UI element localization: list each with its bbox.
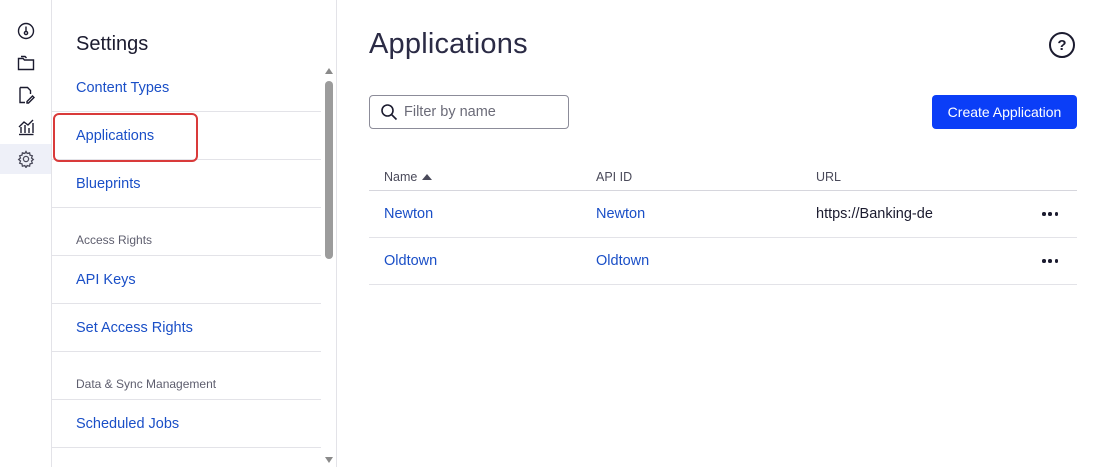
nav-item-content-types[interactable]: Content Types (52, 64, 321, 112)
column-header-api-id[interactable]: API ID (596, 170, 632, 184)
main-content: Applications ? Create Application Name A… (337, 0, 1109, 467)
more-actions-icon[interactable] (1042, 212, 1058, 216)
folders-icon (17, 55, 34, 71)
scroll-up-arrow-icon[interactable] (325, 68, 333, 74)
sidebar-scrollbar[interactable] (321, 64, 336, 467)
edit-document-icon (18, 86, 35, 104)
rail-item-edit[interactable] (0, 80, 51, 110)
sort-ascending-icon (422, 174, 433, 180)
analytics-icon (18, 119, 34, 136)
scroll-down-arrow-icon[interactable] (325, 457, 333, 463)
rail-item-analytics[interactable] (0, 112, 51, 142)
nav-item-set-access-rights[interactable]: Set Access Rights (52, 304, 321, 352)
more-actions-icon[interactable] (1042, 259, 1058, 263)
dashboard-icon (17, 22, 34, 40)
api-id-link[interactable]: Newton (596, 206, 645, 222)
applications-table: Name API ID URL Newton Newton https://Ba… (369, 164, 1077, 285)
rail-item-dashboard[interactable] (0, 16, 51, 46)
filter-field[interactable] (369, 95, 569, 129)
nav-item-scheduled-jobs[interactable]: Scheduled Jobs (52, 400, 321, 448)
api-id-link[interactable]: Oldtown (596, 253, 649, 269)
app-name-link[interactable]: Oldtown (384, 253, 437, 269)
settings-title: Settings (76, 33, 149, 55)
rail-item-settings[interactable] (0, 144, 51, 174)
table-header-row: Name API ID URL (369, 164, 1077, 191)
section-header-data-sync: Data & Sync Management (52, 352, 321, 400)
section-header-access-rights: Access Rights (52, 208, 321, 256)
table-row: Oldtown Oldtown (369, 238, 1077, 285)
app-url: https://Banking-de (816, 206, 933, 222)
settings-sidebar: Settings Content Types Applications Blue… (52, 0, 337, 467)
rail-item-content[interactable] (0, 48, 51, 78)
search-icon (381, 104, 398, 121)
icon-rail (0, 0, 52, 467)
gear-icon (17, 150, 34, 168)
table-row: Newton Newton https://Banking-de (369, 191, 1077, 238)
nav-item-api-keys[interactable]: API Keys (52, 256, 321, 304)
create-application-button[interactable]: Create Application (932, 95, 1077, 129)
nav-item-applications[interactable]: Applications (52, 112, 321, 162)
help-icon[interactable]: ? (1049, 32, 1075, 58)
page-title: Applications (369, 28, 528, 60)
settings-nav: Content Types Applications Blueprints Ac… (52, 64, 321, 448)
filter-input[interactable] (404, 104, 554, 120)
column-header-name[interactable]: Name (384, 170, 433, 184)
scrollbar-thumb[interactable] (325, 81, 333, 259)
app-name-link[interactable]: Newton (384, 206, 433, 222)
column-header-url[interactable]: URL (816, 170, 841, 184)
nav-item-blueprints[interactable]: Blueprints (52, 160, 321, 208)
